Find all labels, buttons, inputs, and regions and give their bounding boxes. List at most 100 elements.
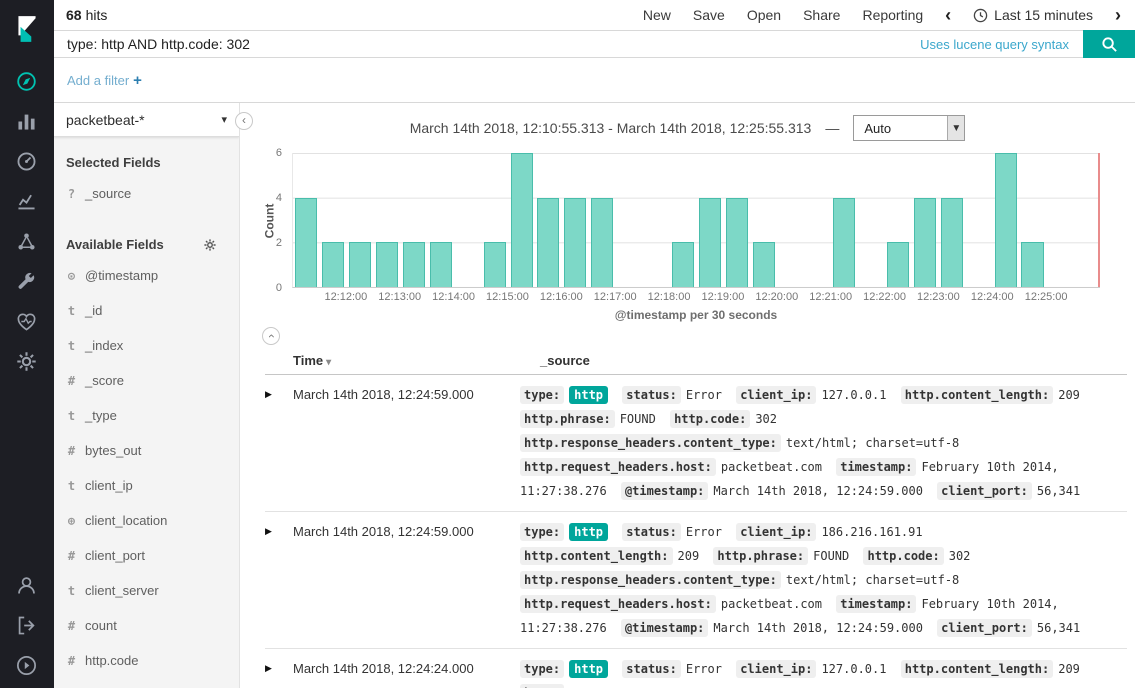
fields-sidebar: packetbeat-* ▾ Selected Fields ?_source … bbox=[54, 103, 240, 688]
bar-slot bbox=[1073, 153, 1100, 287]
doc-time: March 14th 2018, 12:24:59.000 bbox=[293, 383, 520, 503]
source-field-key: client_port: bbox=[937, 619, 1032, 637]
lucene-syntax-link[interactable]: Uses lucene query syntax bbox=[920, 37, 1069, 52]
chart-header: March 14th 2018, 12:10:55.313 - March 14… bbox=[240, 113, 1135, 143]
nav-item-discover[interactable] bbox=[15, 70, 39, 94]
collapse-chart-button[interactable]: ‹ bbox=[262, 327, 280, 345]
time-column-header[interactable]: Time▾ bbox=[293, 353, 520, 368]
expand-row-icon[interactable]: ▶ bbox=[265, 383, 293, 503]
histogram-bar-12:13:30[interactable] bbox=[430, 242, 452, 287]
source-field-value-highlighted: http bbox=[569, 660, 608, 678]
source-field-key: http.response_headers.content_type: bbox=[520, 434, 781, 452]
histogram-bar-12:18:30[interactable] bbox=[699, 198, 721, 287]
interval-select[interactable]: Auto ▼ bbox=[853, 115, 965, 141]
histogram-bar-12:16:30[interactable] bbox=[591, 198, 613, 287]
nav-item-collapse[interactable] bbox=[15, 654, 39, 678]
histogram-bar-12:22:30[interactable] bbox=[914, 198, 936, 287]
histogram-bar-12:21:00[interactable] bbox=[833, 198, 855, 287]
logout-icon bbox=[15, 614, 39, 637]
field-client_port[interactable]: #client_port bbox=[54, 538, 239, 573]
menu-open[interactable]: Open bbox=[747, 7, 781, 23]
gear-icon bbox=[203, 238, 217, 252]
source-field-value: March 14th 2018, 12:24:59.000 bbox=[713, 484, 923, 498]
histogram-bar-12:24:30[interactable] bbox=[1021, 242, 1043, 287]
time-forward-button[interactable]: › bbox=[1115, 6, 1121, 24]
menu-share[interactable]: Share bbox=[803, 7, 840, 23]
menu-new[interactable]: New bbox=[643, 7, 671, 23]
fields-settings-button[interactable] bbox=[203, 238, 217, 252]
expand-row-icon[interactable]: ▶ bbox=[265, 657, 293, 688]
field-http.code[interactable]: #http.code bbox=[54, 643, 239, 678]
nav-item-logout[interactable] bbox=[15, 614, 39, 638]
field-count[interactable]: #count bbox=[54, 608, 239, 643]
discover-icon bbox=[15, 70, 39, 93]
bar-slot bbox=[696, 153, 723, 287]
kibana-logo[interactable] bbox=[0, 0, 54, 58]
sort-caret-icon: ▾ bbox=[326, 357, 331, 368]
x-tick-label: 12:20:00 bbox=[755, 291, 798, 303]
histogram-bar-12:11:00[interactable] bbox=[295, 198, 317, 287]
bar-slot bbox=[454, 153, 481, 287]
time-back-button[interactable]: ‹ bbox=[945, 6, 951, 24]
bar-slot bbox=[885, 153, 912, 287]
doc-source: type:http status:Error client_ip:127.0.0… bbox=[520, 657, 1127, 688]
field-bytes_out[interactable]: #bytes_out bbox=[54, 433, 239, 468]
histogram-bar-12:12:30[interactable] bbox=[376, 242, 398, 287]
histogram-bar-12:23:00[interactable] bbox=[941, 198, 963, 287]
nav-item-machine-learning[interactable] bbox=[15, 230, 39, 254]
x-tick-label: 12:15:00 bbox=[486, 291, 529, 303]
filter-bar: Add a filter+ bbox=[54, 58, 1135, 103]
histogram-bars bbox=[293, 153, 1100, 287]
collapse-sidebar-button[interactable]: ‹ bbox=[235, 112, 253, 130]
source-field-key: http.request_headers.host: bbox=[520, 458, 716, 476]
bar-slot bbox=[427, 153, 454, 287]
nav-item-dev-tools[interactable] bbox=[15, 270, 39, 294]
field-_score[interactable]: #_score bbox=[54, 363, 239, 398]
nav-item-visualize[interactable] bbox=[15, 110, 39, 134]
histogram-bar-12:19:30[interactable] bbox=[753, 242, 775, 287]
bar-slot bbox=[320, 153, 347, 287]
field-_index[interactable]: t_index bbox=[54, 328, 239, 363]
histogram-bar-12:15:30[interactable] bbox=[537, 198, 559, 287]
histogram-bar-12:16:00[interactable] bbox=[564, 198, 586, 287]
search-button[interactable] bbox=[1083, 30, 1135, 58]
field-_id[interactable]: t_id bbox=[54, 293, 239, 328]
field-name: bytes_out bbox=[85, 443, 141, 458]
histogram-bar-12:14:30[interactable] bbox=[484, 242, 506, 287]
field-_type[interactable]: t_type bbox=[54, 398, 239, 433]
field-type-#-icon: # bbox=[66, 619, 77, 633]
menu-reporting[interactable]: Reporting bbox=[862, 7, 923, 23]
field-client_server[interactable]: tclient_server bbox=[54, 573, 239, 608]
nav-item-dashboard[interactable] bbox=[15, 150, 39, 174]
expand-row-icon[interactable]: ▶ bbox=[265, 520, 293, 640]
bar-slot bbox=[777, 153, 804, 287]
nav-item-monitoring[interactable] bbox=[15, 310, 39, 334]
menu-save[interactable]: Save bbox=[693, 7, 725, 23]
search-input[interactable]: type: http AND http.code: 302 bbox=[54, 36, 920, 52]
add-filter-button[interactable]: Add a filter+ bbox=[67, 72, 142, 89]
field-_source[interactable]: ?_source bbox=[54, 176, 239, 211]
nav-item-account[interactable] bbox=[15, 574, 39, 598]
index-pattern-selector[interactable]: packetbeat-* ▾ bbox=[54, 103, 239, 137]
histogram-bar-12:11:30[interactable] bbox=[322, 242, 344, 287]
time-picker[interactable]: Last 15 minutes bbox=[973, 7, 1093, 23]
field-client_location[interactable]: ⊕client_location bbox=[54, 503, 239, 538]
source-field-value: text/html; charset=utf-8 bbox=[786, 573, 959, 587]
histogram-bar-12:22:00[interactable] bbox=[887, 242, 909, 287]
histogram-bar-12:18:00[interactable] bbox=[672, 242, 694, 287]
field-@timestamp[interactable]: ⊙@timestamp bbox=[54, 258, 239, 293]
histogram-bar-12:24:00[interactable] bbox=[995, 153, 1017, 287]
bar-slot bbox=[481, 153, 508, 287]
histogram-bar-12:19:00[interactable] bbox=[726, 198, 748, 287]
histogram-bar-12:15:00[interactable] bbox=[511, 153, 533, 287]
source-field-key: status: bbox=[622, 660, 681, 678]
source-field-key: timestamp: bbox=[836, 458, 916, 476]
nav-item-management[interactable] bbox=[15, 350, 39, 374]
histogram-bar-12:13:00[interactable] bbox=[403, 242, 425, 287]
histogram-bar-12:12:00[interactable] bbox=[349, 242, 371, 287]
field-client_ip[interactable]: tclient_ip bbox=[54, 468, 239, 503]
field-type-t-icon: t bbox=[66, 479, 77, 493]
machine-learning-icon bbox=[15, 230, 39, 253]
nav-item-timelion[interactable] bbox=[15, 190, 39, 214]
field-type-date-icon: ⊙ bbox=[66, 269, 77, 283]
